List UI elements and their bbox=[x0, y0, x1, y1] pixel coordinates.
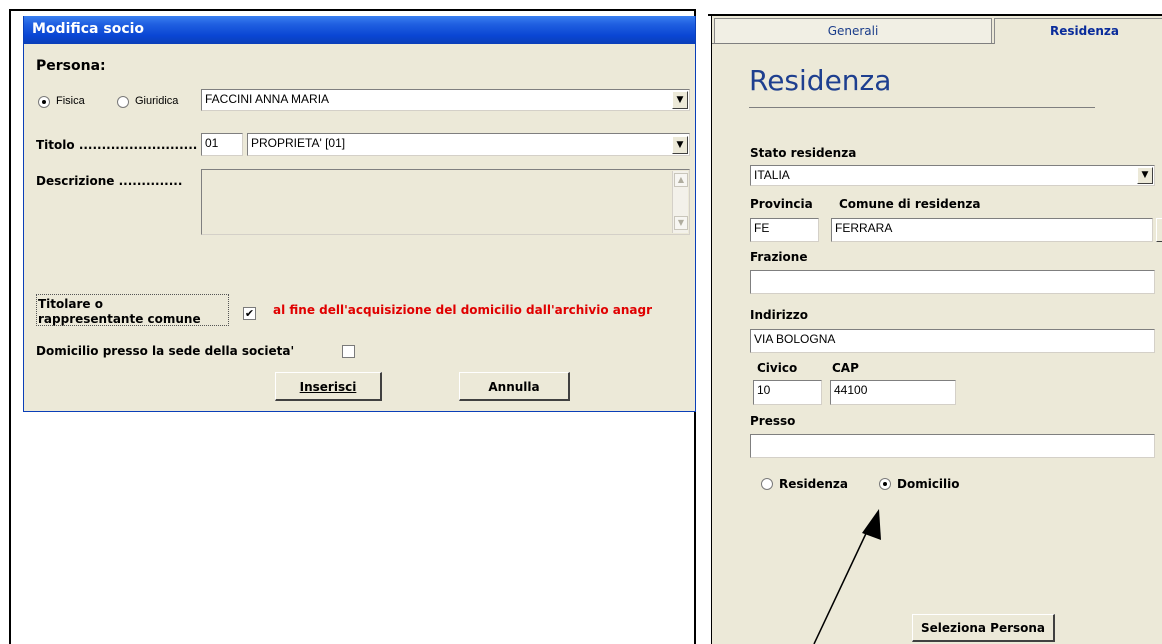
annotation-arrow-shaft bbox=[813, 524, 871, 644]
annotation-arrow bbox=[813, 509, 881, 644]
